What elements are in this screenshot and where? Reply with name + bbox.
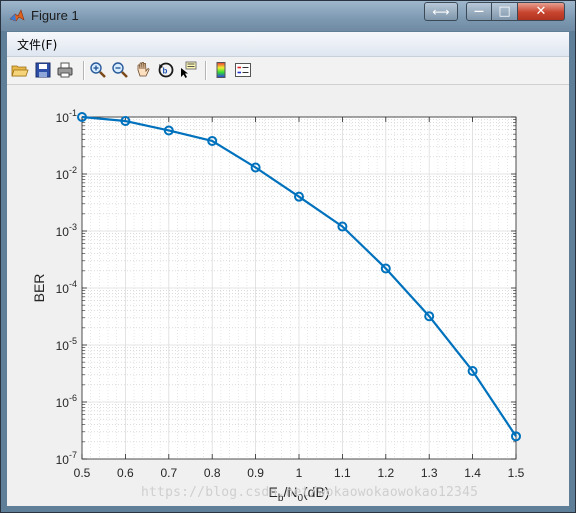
maximize-button[interactable]: □: [491, 2, 518, 21]
figure-toolbar: b: [7, 57, 569, 85]
x-tick-label: 0.5: [74, 466, 91, 480]
legend-icon[interactable]: [234, 61, 252, 79]
x-tick-label: 0.6: [117, 466, 134, 480]
y-tick-label: 10-2: [56, 165, 77, 182]
open-file-icon[interactable]: [11, 61, 29, 79]
matlab-logo-icon: [9, 9, 25, 22]
x-tick-label: 1.5: [508, 466, 525, 480]
toolbar-separator: [83, 61, 84, 80]
ber-chart[interactable]: 0.5 0.6 0.7 0.8 0.9 1 1.1 1.2 1.3 1.4 1.5 10-1 10-2 1…: [7, 85, 569, 506]
x-tick-label: 0.9: [247, 466, 264, 480]
y-tick-label: 10-6: [56, 393, 77, 410]
y-tick-label: 10-3: [56, 222, 77, 239]
double-arrow-icon: ⟷: [432, 4, 450, 19]
x-tick-label: 1.2: [377, 466, 394, 480]
save-icon[interactable]: [34, 61, 52, 79]
x-tick-label: 0.8: [204, 466, 221, 480]
y-axis-label: BER: [31, 274, 47, 303]
svg-text:b: b: [163, 67, 168, 76]
print-icon[interactable]: [56, 61, 74, 79]
x-tick-label: 1.4: [464, 466, 481, 480]
maximize-icon: □: [498, 4, 511, 19]
menu-file[interactable]: 文件(F): [17, 36, 57, 53]
resize-arrows-button[interactable]: ⟷: [424, 2, 458, 21]
y-tick-label: 10-4: [56, 279, 77, 296]
chart-layer: 0.5 0.6 0.7 0.8 0.9 1 1.1 1.2 1.3 1.4 1.5 10-1 10-2 1…: [31, 108, 525, 504]
y-tick-label: 10-7: [56, 450, 77, 467]
rotate-3d-icon[interactable]: b: [157, 61, 175, 79]
close-button[interactable]: ✕: [517, 2, 565, 21]
figure-window: Figure 1 ⟷ — □ ✕ 文件(F) b 0.5 0.6 0.7 0.8…: [0, 0, 576, 513]
figure-canvas: 0.5 0.6 0.7 0.8 0.9 1 1.1 1.2 1.3 1.4 1.5 10-1 10-2 1…: [7, 85, 569, 506]
pan-hand-icon[interactable]: [134, 61, 152, 79]
menu-bar: 文件(F): [7, 32, 569, 57]
window-title: Figure 1: [31, 8, 79, 23]
data-cursor-icon[interactable]: [179, 61, 197, 79]
colorbar-icon[interactable]: [212, 61, 230, 79]
x-tick-label: 0.7: [160, 466, 177, 480]
y-tick-label: 10-5: [56, 336, 77, 353]
title-bar[interactable]: Figure 1 ⟷ — □ ✕: [1, 1, 575, 31]
x-tick-label: 1.3: [421, 466, 438, 480]
watermark: https://blog.csdn.net/wokaowokaowokao123…: [141, 485, 479, 500]
y-tick-label: 10-1: [56, 108, 77, 125]
zoom-in-icon[interactable]: [89, 61, 107, 79]
x-tick-label: 1.1: [334, 466, 351, 480]
minimize-button[interactable]: —: [466, 2, 492, 21]
x-tick-label: 1: [296, 466, 303, 480]
zoom-out-icon[interactable]: [111, 61, 129, 79]
minimize-icon: —: [474, 6, 484, 17]
toolbar-separator: [205, 61, 206, 80]
close-icon: ✕: [535, 4, 547, 19]
